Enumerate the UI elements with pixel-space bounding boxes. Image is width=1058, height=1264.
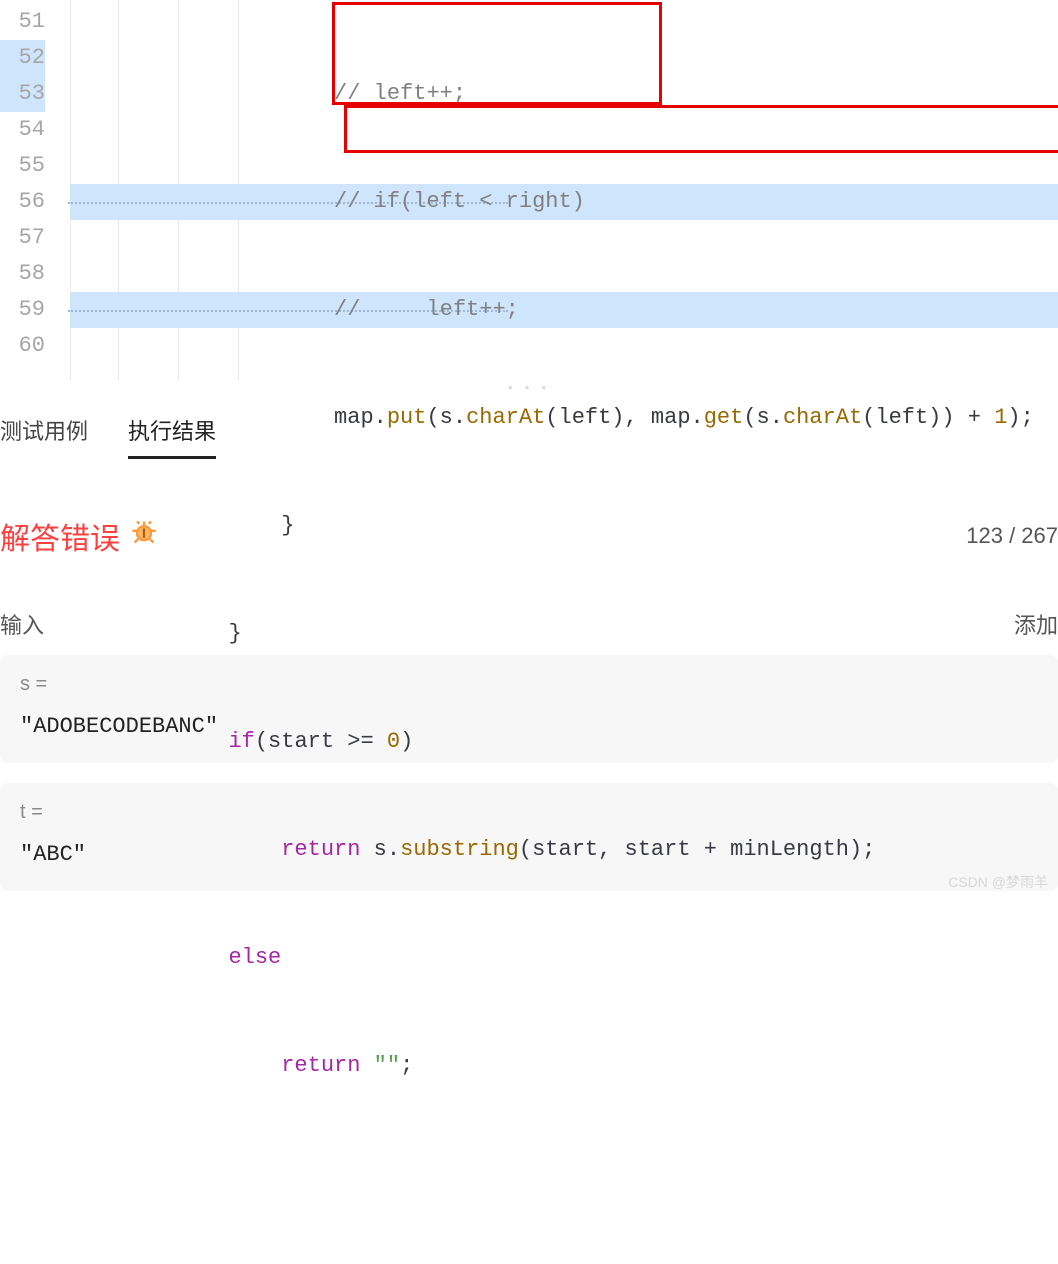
line-number: 53 bbox=[0, 76, 45, 112]
line-number: 54 bbox=[0, 112, 45, 148]
watermark: CSDN @梦雨羊 bbox=[948, 872, 1048, 892]
code-line: if(start >= 0) bbox=[70, 724, 1058, 760]
code-line: // if(left < right) bbox=[70, 184, 1058, 220]
code-line: else bbox=[70, 940, 1058, 976]
highlight-box-2 bbox=[344, 105, 1058, 153]
line-number: 58 bbox=[0, 256, 45, 292]
line-number: 55 bbox=[0, 148, 45, 184]
code-line: } bbox=[70, 616, 1058, 652]
line-number: 59 bbox=[0, 292, 45, 328]
input-label: 输入 bbox=[0, 608, 44, 640]
line-number: 52 bbox=[0, 40, 45, 76]
line-number: 60 bbox=[0, 328, 45, 364]
line-number-gutter: 51 52 53 54 55 56 57 58 59 60 bbox=[0, 0, 70, 380]
code-editor[interactable]: 51 52 53 54 55 56 57 58 59 60 // left++;… bbox=[0, 0, 1058, 380]
code-line: // left++; bbox=[70, 76, 1058, 112]
code-line: // left++; bbox=[70, 292, 1058, 328]
code-line: return s.substring(start, start + minLen… bbox=[70, 832, 1058, 868]
code-content[interactable]: // left++; // if(left < right) // left++… bbox=[70, 0, 1058, 380]
code-line: } bbox=[70, 508, 1058, 544]
line-number: 51 bbox=[0, 4, 45, 40]
line-number: 56 bbox=[0, 184, 45, 220]
code-line: map.put(s.charAt(left), map.get(s.charAt… bbox=[70, 400, 1058, 436]
code-line: return ""; bbox=[70, 1048, 1058, 1084]
line-number: 57 bbox=[0, 220, 45, 256]
